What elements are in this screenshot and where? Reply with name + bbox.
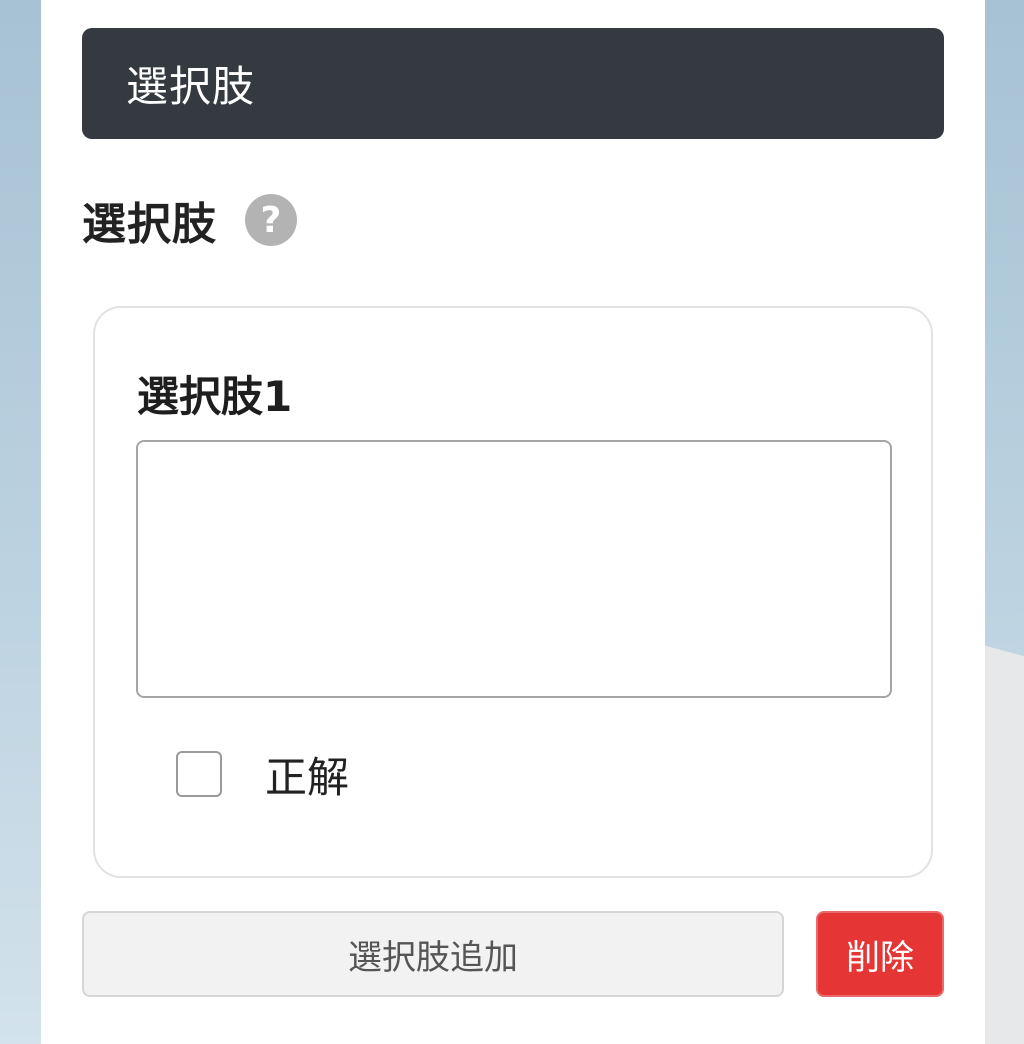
add-choice-button[interactable]: 選択肢追加 <box>82 911 784 997</box>
correct-answer-checkbox[interactable] <box>176 751 222 797</box>
choice-title: 選択肢1 <box>137 372 293 421</box>
correct-answer-row: 正解 <box>176 748 349 802</box>
section-header-title: 選択肢 <box>126 62 256 111</box>
question-circle-icon[interactable]: ? <box>245 194 297 246</box>
choice-card: 選択肢1 正解 <box>93 306 933 878</box>
correct-answer-label: 正解 <box>265 752 350 802</box>
choice-text-input[interactable] <box>136 440 892 698</box>
field-label-row: 選択肢 ? <box>82 190 297 250</box>
delete-button[interactable]: 削除 <box>816 911 944 997</box>
choices-field-label: 選択肢 <box>82 199 217 250</box>
section-header: 選択肢 <box>82 28 944 139</box>
page-background: 選択肢 選択肢 ? 選択肢1 正解 選択肢追加 削除 <box>0 0 1024 1044</box>
form-panel: 選択肢 選択肢 ? 選択肢1 正解 選択肢追加 削除 <box>41 0 985 1044</box>
